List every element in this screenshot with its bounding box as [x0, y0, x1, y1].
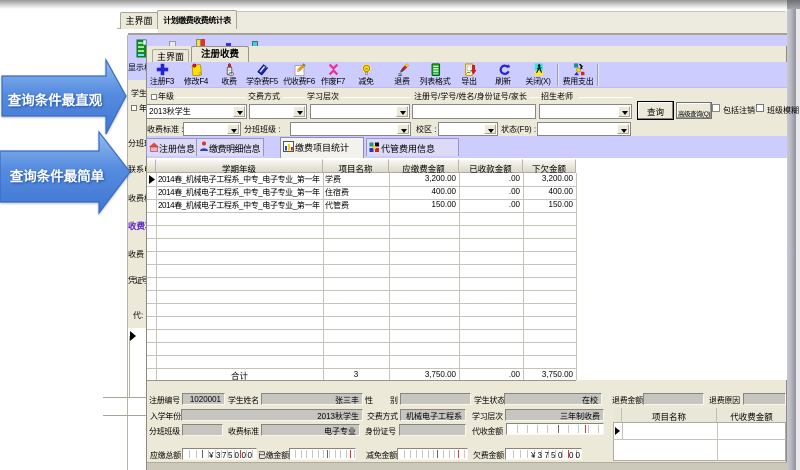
svg-text:查询条件最简单: 查询条件最简单 [10, 168, 105, 184]
svg-text:查询条件最直观: 查询条件最直观 [8, 92, 103, 108]
